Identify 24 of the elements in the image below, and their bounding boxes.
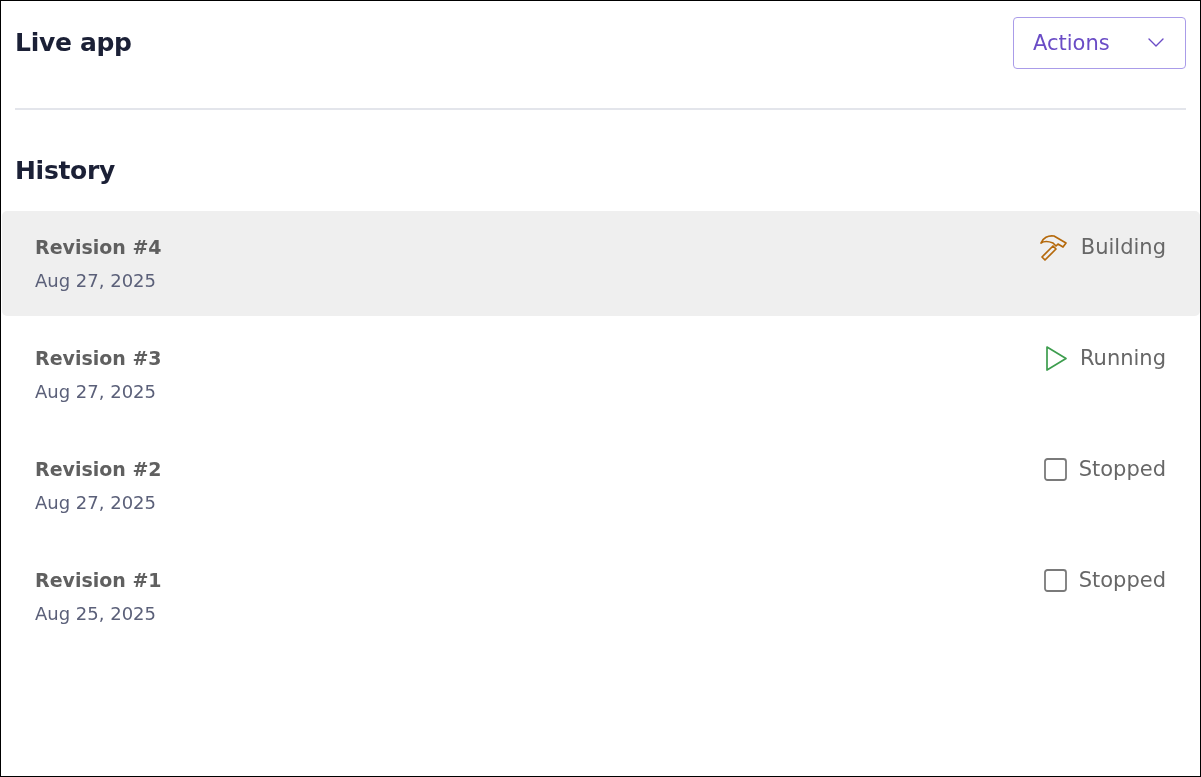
play-icon — [1044, 344, 1068, 372]
revision-date: Aug 25, 2025 — [35, 602, 158, 626]
stop-square-icon — [1043, 568, 1067, 592]
status-label: Stopped — [1078, 567, 1166, 594]
stop-square-icon — [1043, 457, 1067, 481]
revision-row[interactable]: Revision #3 Aug 27, 2025 Running — [2, 322, 1200, 427]
revision-date: Aug 27, 2025 — [35, 491, 158, 515]
status-label: Building — [1080, 234, 1166, 261]
actions-dropdown-button[interactable]: Actions — [1013, 16, 1186, 69]
revision-date: Aug 27, 2025 — [35, 269, 158, 293]
chevron-down-icon — [1148, 38, 1164, 47]
page-title: Live app — [15, 26, 132, 59]
revision-row[interactable]: Revision #2 Aug 27, 2025 Stopped — [2, 433, 1200, 538]
status-label: Running — [1079, 345, 1166, 372]
revision-row[interactable]: Revision #1 Aug 25, 2025 Stopped — [2, 544, 1200, 649]
revision-date: Aug 27, 2025 — [35, 380, 158, 404]
section-heading: History — [15, 155, 117, 187]
revision-title: Revision #3 — [35, 346, 162, 371]
status-label: Stopped — [1078, 456, 1166, 483]
revision-row[interactable]: Revision #4 Aug 27, 2025 Building — [2, 211, 1200, 316]
hammer-icon — [1038, 233, 1069, 261]
revision-title: Revision #1 — [35, 568, 162, 593]
revision-title: Revision #4 — [35, 235, 162, 260]
revision-title: Revision #2 — [35, 457, 162, 482]
